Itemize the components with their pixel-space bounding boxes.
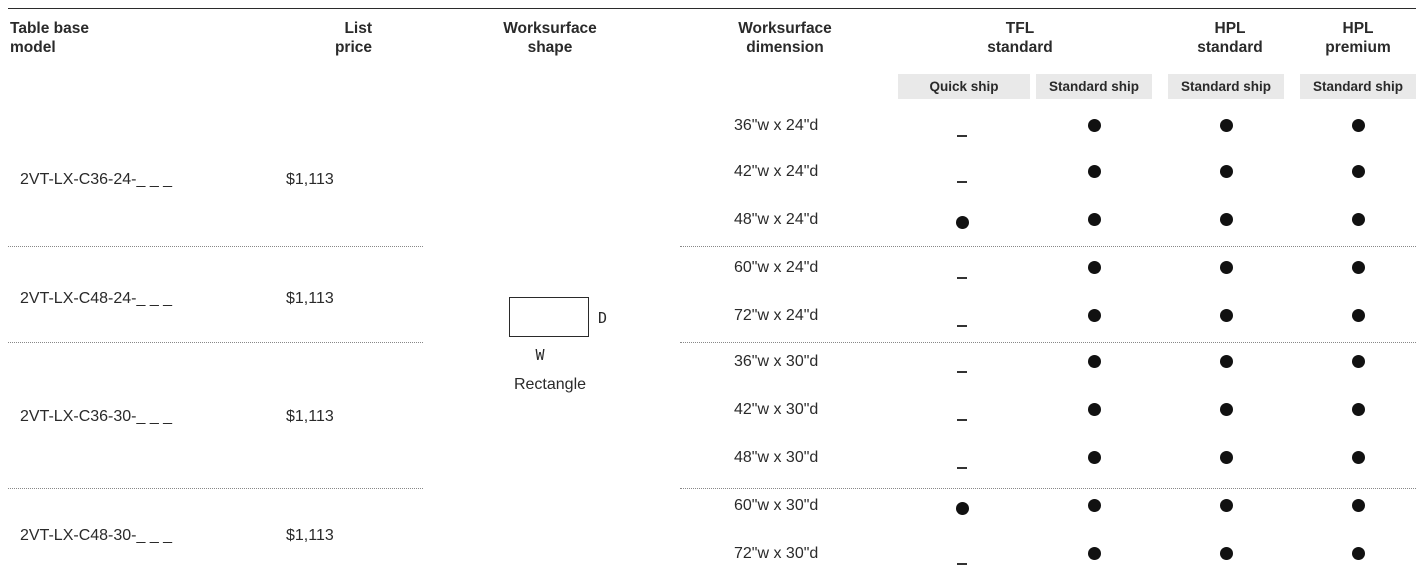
hpl-premium-ship-label: Standard ship [1300, 74, 1416, 99]
group-divider [680, 246, 1416, 247]
header-line: standard [1197, 39, 1263, 56]
quick-ship-unavailable-icon [957, 371, 967, 373]
tfl-standard-ship-label: Standard ship [1036, 74, 1152, 99]
dimension-cell: 42"w x 30"d [734, 401, 819, 418]
quick-ship-unavailable-icon [957, 181, 967, 183]
hpl-standard-available-icon [1220, 499, 1233, 512]
model-cell: 2VT-LX-C48-30-_ _ _ [20, 527, 173, 544]
hpl-premium-available-icon [1352, 355, 1365, 368]
hpl-premium-available-icon [1352, 403, 1365, 416]
tfl-standard-available-icon [1088, 547, 1101, 560]
header-line: List [344, 20, 372, 37]
dimension-cell: 48"w x 24"d [734, 211, 819, 228]
hpl-premium-available-icon [1352, 451, 1365, 464]
tfl-standard-available-icon [1088, 403, 1101, 416]
header-line: dimension [746, 39, 824, 56]
header-line: shape [527, 39, 573, 56]
group-divider [8, 246, 423, 247]
quick-ship-available-icon [956, 502, 969, 515]
model-cell: 2VT-LX-C36-24-_ _ _ [20, 171, 173, 188]
hpl-standard-available-icon [1220, 119, 1233, 132]
header-line: price [334, 39, 372, 56]
group-divider [8, 342, 423, 343]
tfl-standard-available-icon [1088, 119, 1101, 132]
hpl-premium-available-icon [1352, 165, 1365, 178]
header-worksurface-shape: Worksurface shape [470, 19, 630, 57]
hpl-standard-available-icon [1220, 451, 1233, 464]
dimension-cell: 72"w x 24"d [734, 307, 819, 324]
header-list-price: List price [230, 19, 372, 57]
hpl-standard-available-icon [1220, 213, 1233, 226]
hpl-premium-available-icon [1352, 309, 1365, 322]
dimension-cell: 36"w x 30"d [734, 353, 819, 370]
header-table-base-model: Table base model [10, 19, 210, 57]
tfl-standard-available-icon [1088, 261, 1101, 274]
tfl-standard-available-icon [1088, 451, 1101, 464]
hpl-standard-available-icon [1220, 261, 1233, 274]
header-line: HPL [1214, 20, 1246, 37]
price-cell: $1,113 [286, 527, 334, 544]
quick-ship-unavailable-icon [957, 135, 967, 137]
header-line: HPL [1342, 20, 1374, 37]
hpl-premium-available-icon [1352, 119, 1365, 132]
quick-ship-available-icon [956, 216, 969, 229]
dimension-cell: 60"w x 24"d [734, 259, 819, 276]
hpl-standard-available-icon [1220, 355, 1233, 368]
depth-label: D [598, 309, 608, 327]
tfl-standard-available-icon [1088, 499, 1101, 512]
header-line: premium [1325, 39, 1391, 56]
group-divider [680, 342, 1416, 343]
hpl-premium-available-icon [1352, 213, 1365, 226]
hpl-standard-available-icon [1220, 165, 1233, 178]
tfl-standard-available-icon [1088, 309, 1101, 322]
header-top-rule [8, 8, 1416, 9]
header-line: standard [987, 39, 1053, 56]
hpl-standard-available-icon [1220, 547, 1233, 560]
dimension-cell: 72"w x 30"d [734, 545, 819, 562]
header-line: Worksurface [503, 20, 597, 37]
price-cell: $1,113 [286, 290, 334, 307]
dimension-cell: 60"w x 30"d [734, 497, 819, 514]
dimension-cell: 48"w x 30"d [734, 449, 819, 466]
tfl-standard-available-icon [1088, 355, 1101, 368]
header-hpl-premium: HPL premium [1300, 19, 1416, 57]
quick-ship-label: Quick ship [898, 74, 1030, 99]
shape-name: Rectangle [513, 376, 587, 393]
hpl-standard-available-icon [1220, 403, 1233, 416]
width-label: W [535, 346, 545, 364]
header-tfl-standard: TFL standard [940, 19, 1100, 57]
header-line: Table base [10, 20, 89, 37]
group-divider [8, 488, 423, 489]
quick-ship-unavailable-icon [957, 419, 967, 421]
dimension-cell: 42"w x 24"d [734, 163, 819, 180]
hpl-premium-available-icon [1352, 261, 1365, 274]
header-hpl-standard: HPL standard [1170, 19, 1290, 57]
hpl-premium-available-icon [1352, 499, 1365, 512]
quick-ship-unavailable-icon [957, 467, 967, 469]
quick-ship-unavailable-icon [957, 277, 967, 279]
hpl-standard-available-icon [1220, 309, 1233, 322]
quick-ship-unavailable-icon [957, 325, 967, 327]
header-line: TFL [1005, 20, 1035, 37]
rectangle-shape-icon [509, 297, 589, 337]
hpl-premium-available-icon [1352, 547, 1365, 560]
price-cell: $1,113 [286, 408, 334, 425]
hpl-standard-ship-label: Standard ship [1168, 74, 1284, 99]
header-line: Worksurface [738, 20, 832, 37]
tfl-standard-available-icon [1088, 213, 1101, 226]
dimension-cell: 36"w x 24"d [734, 117, 819, 134]
tfl-standard-available-icon [1088, 165, 1101, 178]
header-line: model [10, 39, 56, 56]
header-worksurface-dimension: Worksurface dimension [705, 19, 865, 57]
price-cell: $1,113 [286, 171, 334, 188]
model-cell: 2VT-LX-C48-24-_ _ _ [20, 290, 173, 307]
model-cell: 2VT-LX-C36-30-_ _ _ [20, 408, 173, 425]
group-divider [680, 488, 1416, 489]
